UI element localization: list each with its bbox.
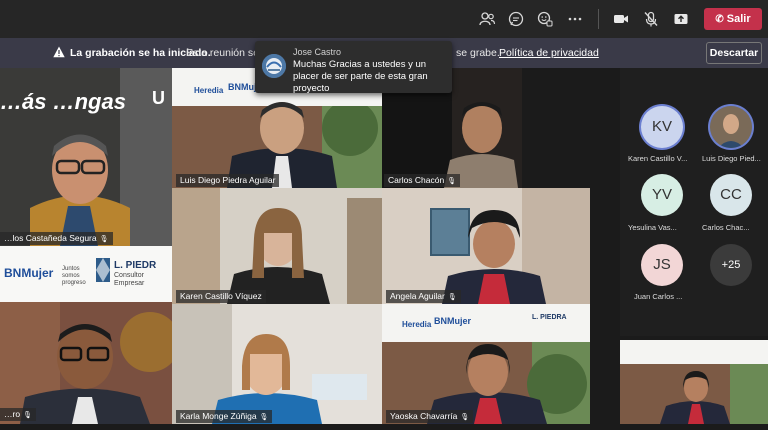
banner-text-end: se grabe.: [456, 47, 500, 59]
mic-muted-icon: 🎙: [447, 178, 457, 185]
bnmujer-logo: BNMujer: [434, 316, 472, 326]
chat-message: Muchas Gracias a ustedes y un placer de …: [293, 59, 428, 94]
mic-muted-icon: 🎙: [99, 236, 109, 243]
avatar[interactable]: CC: [710, 174, 752, 216]
university-logo: U: [152, 88, 165, 108]
phone-icon: ✆: [715, 14, 724, 25]
avatar-name: Karen Castillo V...: [628, 154, 688, 163]
leave-button[interactable]: ✆ Salir: [704, 8, 762, 30]
avatar-initials: YV: [651, 186, 672, 203]
participant-name-text: …ro: [4, 409, 21, 419]
participant-name: …ro 🎙: [0, 408, 36, 421]
video-tile: [620, 340, 768, 424]
mic-muted-icon: 🎙: [460, 414, 470, 421]
camera-icon[interactable]: [612, 10, 630, 28]
mic-muted-icon: 🎙: [447, 294, 457, 301]
avatar-name: Juan Carlos ...: [634, 292, 683, 301]
participant-name-text: Luis Diego Piedra Aguilar: [180, 175, 276, 185]
meeting-toolbar: ✆ Salir: [0, 0, 768, 38]
share-icon[interactable]: [672, 10, 690, 28]
avatar-name: Luis Diego Pied...: [702, 154, 761, 163]
more-icon[interactable]: [566, 10, 584, 28]
participant-video: [0, 302, 172, 424]
avatar[interactable]: YV: [641, 174, 683, 216]
participant-name: Angela Aguilar 🎙: [386, 290, 461, 303]
avatar-photo: [710, 106, 752, 148]
banner-text: Esta reunión se es: [186, 47, 258, 59]
participant-name-text: …los Castañeda Segura: [4, 233, 97, 243]
avatar[interactable]: [710, 106, 752, 148]
avatar[interactable]: JS: [641, 244, 683, 286]
lpiedra-logo: L. PIEDRA: [532, 314, 567, 321]
participant-name: Yaoska Chavarría 🎙: [386, 410, 474, 423]
more-participants-count: +25: [721, 259, 741, 271]
participant-name: …los Castañeda Segura 🎙: [0, 232, 113, 245]
participant-name-text: Angela Aguilar: [390, 291, 445, 301]
avatar[interactable]: KV: [641, 106, 683, 148]
warning-icon: [53, 46, 65, 58]
video-tile: Karla Monge Zúñiga 🎙: [172, 304, 382, 424]
mic-muted-icon: 🎙: [259, 414, 269, 421]
heredia-logo: Heredia: [194, 86, 224, 95]
video-tile: …ás …ngas U …los Castañeda Segura 🎙: [0, 68, 172, 246]
overlay-slogan: …ás …ngas: [0, 89, 126, 114]
mic-muted-icon: 🎙: [23, 412, 32, 419]
privacy-link[interactable]: Política de privacidad: [499, 38, 599, 68]
more-participants-button[interactable]: +25: [710, 244, 752, 286]
participants-panel: KV Karen Castillo V... Luis Diego Pied..…: [620, 68, 768, 336]
chat-icon[interactable]: [507, 10, 525, 28]
participant-name-text: Carlos Chacón: [388, 175, 445, 185]
participant-name-text: Karen Castillo Víquez: [180, 291, 262, 301]
people-icon[interactable]: [478, 10, 496, 28]
participant-name: Carlos Chacón 🎙: [384, 174, 461, 187]
sender-name: Jose Castro: [293, 47, 342, 57]
participant-video: [382, 188, 590, 304]
avatar-initials: JS: [653, 256, 671, 273]
participant-video: [172, 304, 382, 424]
heredia-logo: Heredia: [402, 320, 432, 329]
avatar-name: Yesulina Vas...: [628, 223, 677, 232]
avatar-name: Carlos Chac...: [702, 223, 750, 232]
sponsor-banner: BNMujer Juntos somos progreso L. PIEDR C…: [0, 246, 172, 302]
lpiedra-logo: L. PIEDR: [114, 260, 157, 271]
chat-notification[interactable]: Jose Castro Muchas Gracias a ustedes y u…: [255, 41, 452, 94]
video-tile: …ro 🎙: [0, 302, 172, 424]
video-tile: Angela Aguilar 🎙: [382, 188, 590, 304]
sender-avatar: [262, 54, 286, 78]
mic-off-icon[interactable]: [642, 10, 660, 28]
participant-name: Karla Monge Zúñiga 🎙: [176, 410, 273, 423]
bnmujer-logo: BNMujer: [4, 266, 54, 280]
avatar-initials: KV: [651, 118, 672, 135]
reactions-icon[interactable]: [536, 10, 554, 28]
consultores-text: Consultor Empresar: [114, 272, 145, 287]
participant-video: [172, 188, 382, 304]
participant-name: Karen Castillo Víquez: [176, 290, 266, 303]
participant-video: [620, 340, 768, 424]
participant-name-text: Yaoska Chavarría: [390, 411, 458, 421]
participant-name: Luis Diego Piedra Aguilar: [176, 174, 280, 187]
leave-label: Salir: [726, 13, 751, 25]
video-tile: Heredia BNMujer L. PIEDRA Yaoska Chavarr…: [382, 304, 590, 424]
video-tile: Karen Castillo Víquez: [172, 188, 382, 304]
juntos-tagline: Juntos somos progreso: [62, 266, 86, 286]
dismiss-button[interactable]: Descartar: [706, 42, 762, 64]
toolbar-divider: [598, 9, 599, 29]
avatar-initials: CC: [720, 186, 742, 203]
participant-name-text: Karla Monge Zúñiga: [180, 411, 257, 421]
